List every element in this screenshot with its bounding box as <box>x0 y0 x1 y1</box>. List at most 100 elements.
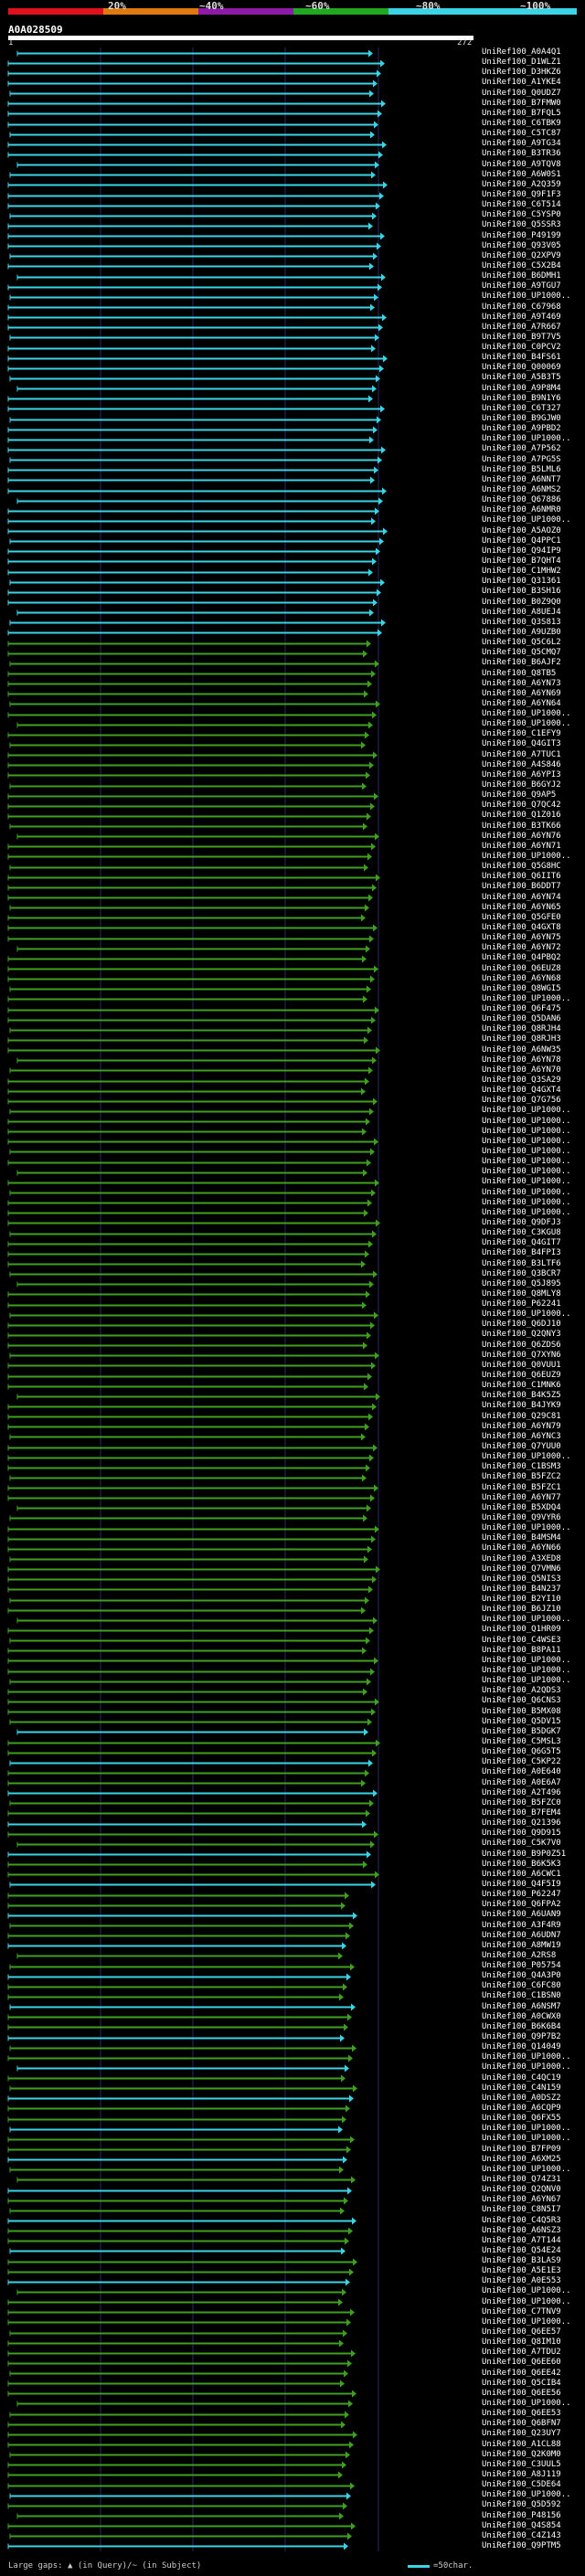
hit-bar[interactable] <box>7 771 370 779</box>
hit-bar[interactable] <box>9 2532 352 2540</box>
hit-bar[interactable] <box>7 802 375 811</box>
hit-label[interactable]: UniRef100_UP1000.. <box>482 1198 571 1207</box>
hit-label[interactable]: UniRef100_A6NW35 <box>482 1045 561 1055</box>
hit-bar[interactable] <box>7 100 386 108</box>
hit-bar[interactable] <box>7 283 382 292</box>
hit-label[interactable]: UniRef100_B4JYK9 <box>482 1402 561 1410</box>
hit-bar[interactable] <box>16 49 373 58</box>
hit-bar[interactable] <box>7 1585 373 1594</box>
hit-label[interactable]: UniRef100_A6YN67 <box>482 2196 561 2204</box>
hit-label[interactable]: UniRef100_UP1000.. <box>482 2053 571 2062</box>
hit-bar[interactable] <box>7 1219 380 1227</box>
hit-label[interactable]: UniRef100_B3LTF6 <box>482 1259 561 1268</box>
hit-bar[interactable] <box>7 2461 346 2469</box>
hit-bar[interactable] <box>9 904 369 912</box>
hit-bar[interactable] <box>9 1433 366 1441</box>
hit-bar[interactable] <box>7 151 383 159</box>
hit-label[interactable]: UniRef100_Q4A3P0 <box>482 1972 561 1980</box>
hit-label[interactable]: UniRef100_A6NNT7 <box>482 475 561 484</box>
hit-label[interactable]: UniRef100_A9TGU7 <box>482 282 561 291</box>
hit-bar[interactable] <box>9 1474 367 1482</box>
hit-label[interactable]: UniRef100_Q1Z016 <box>482 811 561 820</box>
hit-label[interactable]: UniRef100_UP1000.. <box>482 2287 571 2295</box>
hit-bar[interactable] <box>7 1688 367 1696</box>
hit-label[interactable]: UniRef100_Q8MLY8 <box>482 1289 561 1299</box>
hit-label[interactable]: UniRef100_C6T327 <box>482 404 561 413</box>
hit-bar[interactable] <box>7 1046 380 1055</box>
hit-bar[interactable] <box>7 1565 380 1574</box>
hit-bar[interactable] <box>9 2492 351 2500</box>
hit-label[interactable]: UniRef100_A9TQV8 <box>482 160 561 169</box>
hit-bar[interactable] <box>7 2359 352 2368</box>
hit-bar[interactable] <box>9 2329 347 2337</box>
hit-bar[interactable] <box>7 2197 348 2205</box>
hit-label[interactable]: UniRef100_B9N1Y6 <box>482 394 561 403</box>
hit-label[interactable]: UniRef100_A2Q359 <box>482 180 561 189</box>
hit-bar[interactable] <box>7 2074 346 2083</box>
hit-label[interactable]: UniRef100_A6XM25 <box>482 2155 561 2164</box>
hit-label[interactable]: UniRef100_Q4F5I9 <box>482 1880 561 1889</box>
hit-label[interactable]: UniRef100_A0DSZ2 <box>482 2094 561 2103</box>
hit-bar[interactable] <box>7 323 383 332</box>
hit-bar[interactable] <box>9 1514 367 1522</box>
hit-label[interactable]: UniRef100_A0E6A7 <box>482 1778 561 1787</box>
hit-label[interactable]: UniRef100_A6YN68 <box>482 974 561 983</box>
hit-label[interactable]: UniRef100_Q6FPA2 <box>482 1901 561 1909</box>
hit-bar[interactable] <box>16 721 373 729</box>
hit-label[interactable]: UniRef100_A9TG34 <box>482 140 561 148</box>
hit-label[interactable]: UniRef100_B6K6B4 <box>482 2022 561 2031</box>
hit-bar[interactable] <box>7 1240 373 1248</box>
hit-label[interactable]: UniRef100_A4S846 <box>482 760 561 769</box>
hit-bar[interactable] <box>7 1739 380 1747</box>
hit-label[interactable]: UniRef100_Q7XYN6 <box>482 1351 561 1360</box>
hit-bar[interactable] <box>7 487 387 495</box>
hit-bar[interactable] <box>7 2298 343 2306</box>
hit-label[interactable]: UniRef100_Q7VMN6 <box>482 1564 561 1574</box>
hit-label[interactable]: UniRef100_A2T496 <box>482 1788 561 1797</box>
hit-label[interactable]: UniRef100_Q4GXT8 <box>482 923 561 932</box>
hit-bar[interactable] <box>7 2054 353 2062</box>
hit-bar[interactable] <box>16 1056 377 1065</box>
hit-label[interactable]: UniRef100_UP1000.. <box>482 1453 571 1461</box>
hit-bar[interactable] <box>16 945 370 953</box>
hit-label[interactable]: UniRef100_UP1000.. <box>482 2491 571 2499</box>
hit-bar[interactable] <box>9 1718 372 1726</box>
hit-bar[interactable] <box>7 2217 356 2225</box>
hit-label[interactable]: UniRef100_A5E1E3 <box>482 2267 561 2275</box>
hit-bar[interactable] <box>7 2349 356 2358</box>
hit-bar[interactable] <box>9 252 378 260</box>
hit-bar[interactable] <box>9 1922 354 1930</box>
hit-bar[interactable] <box>7 1321 375 1330</box>
hit-label[interactable]: UniRef100_Q5SSR3 <box>482 221 561 229</box>
hit-label[interactable]: UniRef100_A6YN79 <box>482 1422 561 1431</box>
hit-bar[interactable] <box>16 2288 346 2296</box>
hit-bar[interactable] <box>16 609 374 617</box>
hit-label[interactable]: UniRef100_Q6EE60 <box>482 2359 561 2367</box>
hit-bar[interactable] <box>9 416 381 424</box>
hit-bar[interactable] <box>7 1301 367 1309</box>
hit-bar[interactable] <box>7 365 384 373</box>
hit-label[interactable]: UniRef100_A0E553 <box>482 2277 561 2285</box>
hit-label[interactable]: UniRef100_C6TBK9 <box>482 120 561 128</box>
hit-bar[interactable] <box>7 812 371 821</box>
hit-bar[interactable] <box>7 1341 367 1350</box>
hit-bar[interactable] <box>7 2136 355 2144</box>
hit-label[interactable]: UniRef100_C1EFY9 <box>482 730 561 738</box>
hit-bar[interactable] <box>7 2268 354 2276</box>
hit-bar[interactable] <box>9 2451 350 2459</box>
hit-label[interactable]: UniRef100_Q8IM10 <box>482 2338 561 2347</box>
hit-bar[interactable] <box>7 313 387 322</box>
hit-bar[interactable] <box>7 1850 371 1859</box>
hit-bar[interactable] <box>16 1840 375 1849</box>
hit-bar[interactable] <box>7 202 380 210</box>
hit-label[interactable]: UniRef100_A6NMS2 <box>482 486 561 494</box>
hit-label[interactable]: UniRef100_Q5CIB4 <box>482 2379 561 2388</box>
hit-bar[interactable] <box>9 1108 374 1116</box>
hit-label[interactable]: UniRef100_Q6EE53 <box>482 2410 561 2418</box>
hit-label[interactable]: UniRef100_Q3SA29 <box>482 1076 561 1085</box>
hit-bar[interactable] <box>9 578 385 587</box>
hit-bar[interactable] <box>7 2104 350 2113</box>
hit-label[interactable]: UniRef100_A9PBD2 <box>482 425 561 433</box>
hit-bar[interactable] <box>7 1128 367 1136</box>
hit-label[interactable]: UniRef100_C5K7V0 <box>482 1839 561 1848</box>
